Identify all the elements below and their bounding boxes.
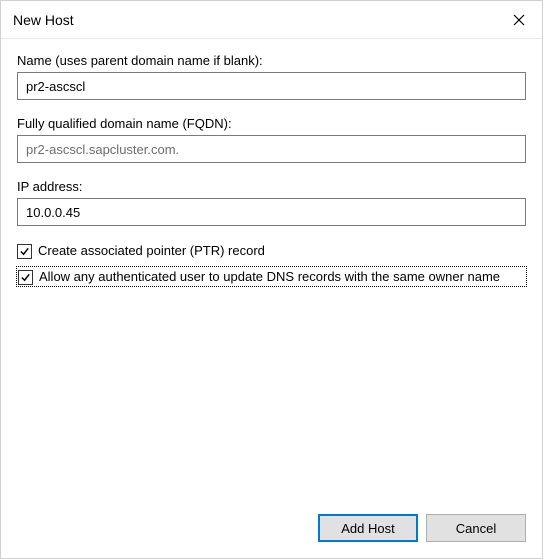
name-label: Name (uses parent domain name if blank): [17, 53, 526, 68]
window-title: New Host [13, 12, 74, 28]
ptr-checkbox-label: Create associated pointer (PTR) record [38, 242, 265, 260]
close-icon [513, 14, 525, 26]
name-input[interactable] [17, 72, 526, 100]
checkmark-icon [19, 246, 30, 257]
name-field-group: Name (uses parent domain name if blank): [17, 53, 526, 100]
fqdn-label: Fully qualified domain name (FQDN): [17, 116, 526, 131]
allow-update-checkbox[interactable] [18, 270, 33, 285]
ip-input[interactable] [17, 198, 526, 226]
dialog-content: Name (uses parent domain name if blank):… [1, 39, 542, 558]
button-bar: Add Host Cancel [318, 514, 526, 542]
fqdn-input [17, 135, 526, 163]
checkmark-icon [20, 272, 31, 283]
cancel-button[interactable]: Cancel [426, 514, 526, 542]
titlebar: New Host [1, 1, 542, 39]
ptr-checkbox-row[interactable]: Create associated pointer (PTR) record [17, 242, 526, 260]
allow-update-checkbox-label: Allow any authenticated user to update D… [39, 268, 500, 286]
fqdn-field-group: Fully qualified domain name (FQDN): [17, 116, 526, 163]
allow-update-checkbox-row[interactable]: Allow any authenticated user to update D… [16, 266, 527, 288]
ip-label: IP address: [17, 179, 526, 194]
ip-field-group: IP address: [17, 179, 526, 226]
dialog-window: New Host Name (uses parent domain name i… [0, 0, 543, 559]
add-host-button[interactable]: Add Host [318, 514, 418, 542]
close-button[interactable] [496, 2, 542, 38]
ptr-checkbox[interactable] [17, 244, 32, 259]
